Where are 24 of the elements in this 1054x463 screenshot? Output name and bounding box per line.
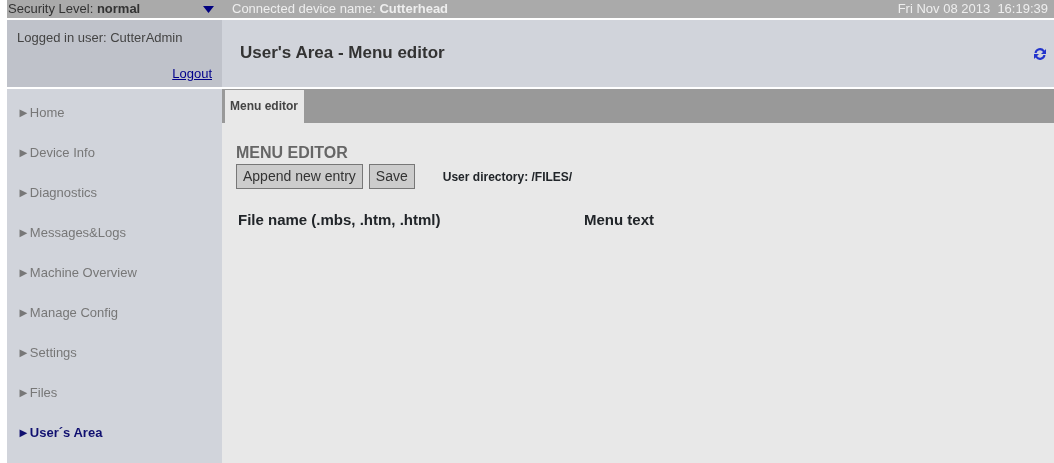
sidebar-item[interactable]: ►Files xyxy=(7,383,222,423)
sidebar-item[interactable]: ►Home xyxy=(7,103,222,143)
device-name: Connected device name: Cutterhead xyxy=(231,0,450,19)
user-directory: User directory: /FILES/ xyxy=(442,168,573,186)
logged-in-user: Logged in user: CutterAdmin xyxy=(17,29,184,47)
caret-icon[interactable] xyxy=(203,5,214,13)
sidebar-item[interactable]: ►Device Info xyxy=(7,143,222,183)
section-heading: MENU EDITOR xyxy=(236,143,349,163)
refresh-icon[interactable] xyxy=(1032,45,1048,62)
sidebar-item[interactable]: ►Messages&Logs xyxy=(7,223,222,263)
column-header: Menu text xyxy=(584,210,654,231)
column-header: File name (.mbs, .htm, .html) xyxy=(238,210,442,231)
security-level-dropdown[interactable]: Security Level: normal xyxy=(8,0,141,19)
sidebar-item[interactable]: ►Settings xyxy=(7,343,222,383)
sidebar-item[interactable]: ►Machine Overview xyxy=(7,263,222,303)
sidebar-item[interactable]: ►User´s Area xyxy=(7,423,222,463)
page-title: User's Area - Menu editor xyxy=(240,43,445,64)
sidebar-item[interactable]: ►Manage Config xyxy=(7,303,222,343)
date-time: Fri Nov 08 2013 16:19:39 xyxy=(897,0,1049,19)
tab[interactable]: Menu editor xyxy=(225,90,304,123)
logout-link[interactable]: Logout xyxy=(172,63,212,83)
toolbar-button[interactable]: Save xyxy=(368,164,415,190)
sidebar-item[interactable]: ►Diagnostics xyxy=(7,183,222,223)
toolbar-button[interactable]: Append new entry xyxy=(236,164,363,190)
